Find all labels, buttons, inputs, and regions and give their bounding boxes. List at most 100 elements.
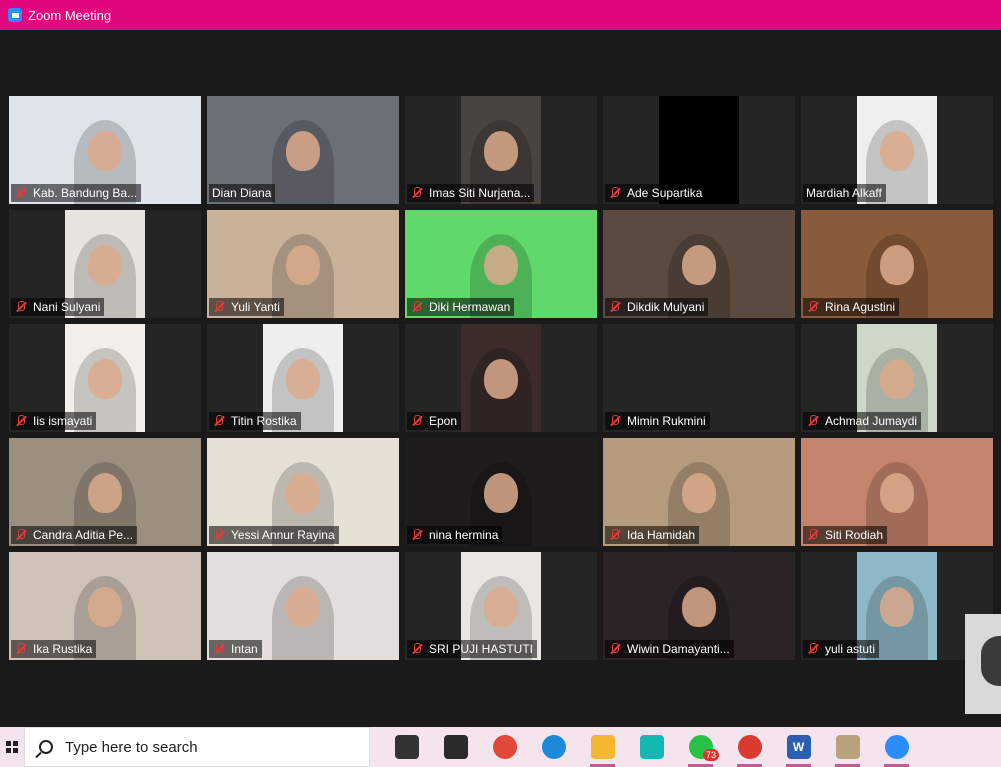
participant-tile[interactable]: Intan <box>207 552 399 660</box>
participant-name-bar: Rina Agustini <box>803 298 900 316</box>
zoom-logo-icon <box>8 8 22 22</box>
participant-tile[interactable]: Epon <box>405 324 597 432</box>
mic-muted-icon <box>806 415 820 427</box>
participant-tile[interactable]: Imas Siti Nurjana... <box>405 96 597 204</box>
participant-name: Ade Supartika <box>627 186 703 200</box>
participant-tile[interactable]: Dian Diana <box>207 96 399 204</box>
taskbar-chrome-button[interactable] <box>725 727 774 767</box>
participant-tile[interactable]: Titin Rostika <box>207 324 399 432</box>
participant-name: Nani Sulyani <box>33 300 101 314</box>
participant-face <box>88 244 122 285</box>
taskbar-edge-button[interactable] <box>529 727 578 767</box>
participant-tile[interactable]: Mardiah Alkaff <box>801 96 993 204</box>
film-icon <box>443 735 468 759</box>
mic-muted-icon <box>212 529 226 541</box>
participant-face <box>286 586 320 627</box>
participant-face <box>484 358 518 399</box>
mic-muted-icon <box>14 187 28 199</box>
participant-name: Kab. Bandung Ba... <box>33 186 138 200</box>
mic-muted-icon <box>608 187 622 199</box>
mic-muted-icon <box>410 187 424 199</box>
participant-tile[interactable]: Achmad Jumaydi <box>801 324 993 432</box>
participant-name: Diki Hermawan <box>429 300 511 314</box>
taskbar-zoom-button[interactable] <box>872 727 921 767</box>
participant-tile[interactable]: nina hermina <box>405 438 597 546</box>
participant-tile[interactable]: Siti Rodiah <box>801 438 993 546</box>
participant-name-bar: Kab. Bandung Ba... <box>11 184 142 202</box>
participant-face <box>484 472 518 513</box>
search-icon <box>39 740 53 754</box>
participant-face <box>286 358 320 399</box>
taskbar-search-box[interactable]: Type here to search <box>24 727 370 767</box>
participant-face <box>88 586 122 627</box>
mic-muted-icon <box>410 301 424 313</box>
participant-name-bar: Epon <box>407 412 462 430</box>
participant-name-bar: Intan <box>209 640 262 658</box>
participant-name-bar: Titin Rostika <box>209 412 301 430</box>
edge-icon <box>541 735 566 759</box>
mic-muted-icon <box>806 301 820 313</box>
participant-tile[interactable]: Rina Agustini <box>801 210 993 318</box>
participant-face <box>88 358 122 399</box>
taskbar-tiktok-button[interactable] <box>627 727 676 767</box>
taskbar-whatsapp-button[interactable]: 73 <box>676 727 725 767</box>
meeting-gallery-view: Kab. Bandung Ba... Dian Diana Imas Siti Nu… <box>0 30 1001 727</box>
mic-muted-icon <box>14 301 28 313</box>
participant-face <box>880 130 914 171</box>
taskbar-file-explorer-button[interactable] <box>578 727 627 767</box>
participant-face <box>682 472 716 513</box>
self-view-avatar <box>981 636 1001 686</box>
windows-icon <box>6 741 18 753</box>
participant-name: yuli astuti <box>825 642 876 656</box>
task-view-icon <box>394 735 419 759</box>
participant-tile[interactable]: Yessi Annur Rayina <box>207 438 399 546</box>
participant-grid: Kab. Bandung Ba... Dian Diana Imas Siti Nu… <box>9 96 993 660</box>
participant-tile[interactable]: Diki Hermawan <box>405 210 597 318</box>
mic-muted-icon <box>212 301 226 313</box>
participant-face <box>880 244 914 285</box>
participant-name: Yuli Yanti <box>231 300 280 314</box>
mic-muted-icon <box>14 529 28 541</box>
participant-tile[interactable]: Iis ismayati <box>9 324 201 432</box>
participant-name-bar: Imas Siti Nurjana... <box>407 184 535 202</box>
mic-muted-icon <box>212 415 226 427</box>
tiktok-icon <box>639 735 664 759</box>
taskbar-camera-app-button[interactable] <box>480 727 529 767</box>
taskbar-film-button[interactable] <box>431 727 480 767</box>
participant-name: Rina Agustini <box>825 300 896 314</box>
taskbar-word-button[interactable]: W <box>774 727 823 767</box>
participant-name-bar: Candra Aditia Pe... <box>11 526 138 544</box>
participant-name-bar: Wiwin Damayanti... <box>605 640 734 658</box>
participant-tile[interactable]: Yuli Yanti <box>207 210 399 318</box>
participant-name: Intan <box>231 642 258 656</box>
participant-tile[interactable]: Kab. Bandung Ba... <box>9 96 201 204</box>
participant-tile[interactable]: Mimin Rukmini <box>603 324 795 432</box>
participant-tile[interactable]: SRI PUJI HASTUTI <box>405 552 597 660</box>
windows-taskbar: Type here to search 73 W <box>0 727 1001 767</box>
participant-name: Wiwin Damayanti... <box>627 642 730 656</box>
taskbar-task-view-button[interactable] <box>382 727 431 767</box>
participant-name-bar: SRI PUJI HASTUTI <box>407 640 538 658</box>
participant-name: Dian Diana <box>212 186 272 200</box>
self-view-thumbnail[interactable] <box>965 614 1001 714</box>
word-icon: W <box>786 735 811 759</box>
participant-face <box>484 244 518 285</box>
participant-name: Achmad Jumaydi <box>825 414 918 428</box>
start-button[interactable] <box>0 727 24 767</box>
participant-name-bar: Nani Sulyani <box>11 298 105 316</box>
participant-tile[interactable]: Ida Hamidah <box>603 438 795 546</box>
participant-tile[interactable]: Candra Aditia Pe... <box>9 438 201 546</box>
taskbar-paint-button[interactable] <box>823 727 872 767</box>
participant-tile[interactable]: Ade Supartika <box>603 96 795 204</box>
participant-tile[interactable]: Nani Sulyani <box>9 210 201 318</box>
participant-tile[interactable]: Ika Rustika <box>9 552 201 660</box>
participant-name: Titin Rostika <box>231 414 297 428</box>
participant-face <box>88 472 122 513</box>
mic-muted-icon <box>410 529 424 541</box>
participant-name-bar: Achmad Jumaydi <box>803 412 922 430</box>
participant-tile[interactable]: Dikdik Mulyani <box>603 210 795 318</box>
mic-muted-icon <box>14 415 28 427</box>
participant-face <box>682 244 716 285</box>
participant-tile[interactable]: Wiwin Damayanti... <box>603 552 795 660</box>
participant-face <box>484 130 518 171</box>
